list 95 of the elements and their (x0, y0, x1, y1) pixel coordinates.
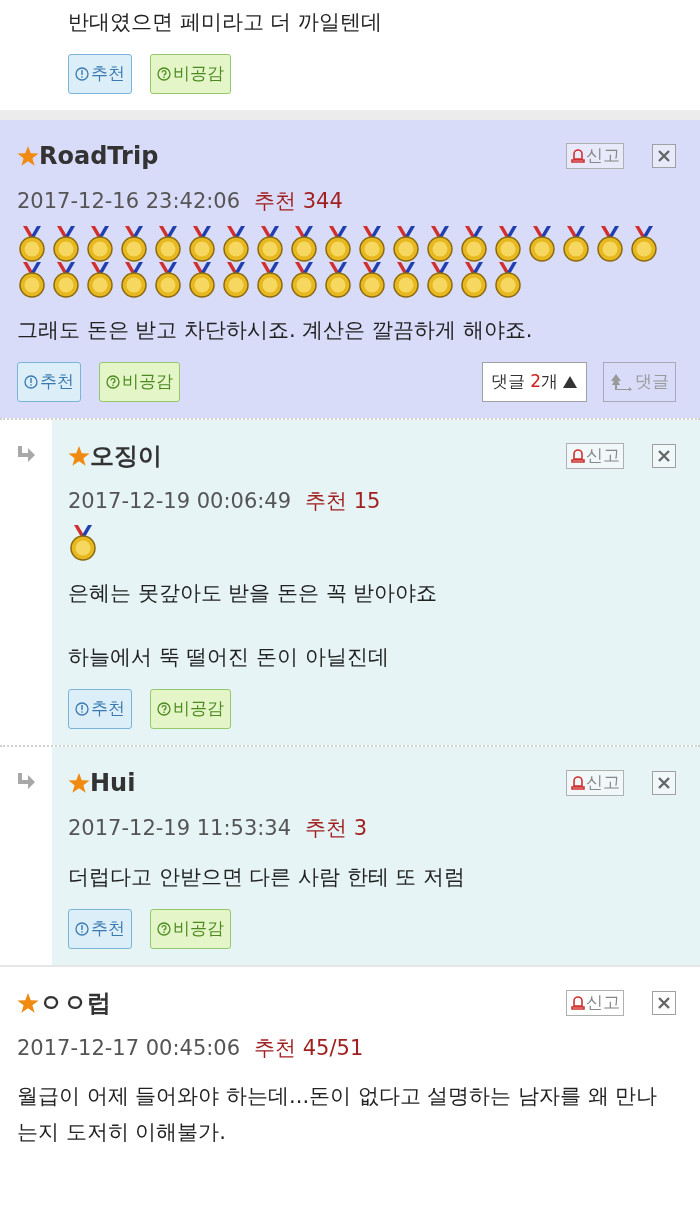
medal-icon (425, 225, 455, 262)
replies-toggle-button[interactable]: 댓글 2개 (481, 361, 587, 402)
medal-icon (493, 261, 523, 298)
recommend-button[interactable]: 추천 (68, 908, 132, 949)
star-icon (17, 991, 39, 1014)
recommend-button[interactable]: 추천 (68, 54, 132, 94)
medal-icon (595, 225, 625, 262)
comment-text: 그래도 돈은 받고 차단하시죠. 계산은 깔끔하게 해야죠. (17, 316, 534, 344)
exclamation-icon (75, 67, 89, 81)
close-button[interactable] (652, 144, 676, 168)
medal-icon (51, 225, 81, 262)
siren-icon (570, 448, 586, 463)
medal-icon (459, 225, 489, 262)
medal-icon (289, 261, 319, 298)
medal-icon (289, 225, 319, 262)
replies-toggle-label: 댓글 2개 (490, 369, 558, 393)
exclamation-icon (24, 374, 38, 389)
comment-date: 2017-12-17 00:45:06 (17, 1034, 241, 1062)
medal-icon (85, 261, 115, 298)
dislike-button[interactable]: 비공감 (150, 54, 231, 94)
medal-icon (221, 261, 251, 298)
recommend-count: 추천 3 (305, 815, 368, 842)
medal-icon (561, 225, 591, 262)
siren-icon (570, 995, 586, 1010)
star-icon (68, 772, 90, 794)
author-name[interactable]: 오징이 (90, 437, 162, 474)
medal-icon (17, 261, 47, 298)
recommend-button[interactable]: 추천 (17, 361, 81, 402)
reply-arrow-icon (16, 445, 36, 462)
author-name[interactable]: Hui (90, 765, 136, 801)
exclamation-icon (75, 921, 89, 936)
medal-icon (255, 261, 285, 298)
medal-icon (119, 261, 149, 298)
report-button[interactable]: 신고 (566, 442, 624, 469)
recommend-count: 추천 15 (305, 487, 381, 515)
dislike-button[interactable]: 비공감 (150, 908, 231, 949)
dislike-button[interactable]: 비공감 (150, 689, 231, 729)
comment-text: 더럽다고 안받으면 다른 사람 한테 또 저럼 (68, 863, 467, 891)
medal-icon (425, 261, 455, 298)
author-name[interactable]: ㅇㅇ럽 (39, 984, 111, 1021)
close-button[interactable] (652, 443, 676, 468)
medal-icon (357, 261, 387, 298)
close-icon (657, 776, 671, 790)
medal-icon (153, 225, 183, 262)
report-button[interactable]: 신고 (566, 770, 624, 796)
close-icon (657, 448, 671, 463)
medal-icon (187, 261, 217, 298)
star-icon (68, 444, 90, 467)
comment-text: 반대였으면 페미라고 더 까일텐데 (68, 9, 384, 36)
exclamation-icon (75, 702, 89, 716)
close-button[interactable] (652, 990, 676, 1015)
comment-text: 은혜는 못갚아도 받을 돈은 꼭 받아야죠 (68, 580, 439, 607)
medal-icon (85, 225, 115, 262)
comment-date: 2017-12-19 00:06:49 (68, 487, 292, 515)
author-name[interactable]: RoadTrip (39, 138, 159, 174)
recommend-count: 추천 344 (254, 188, 343, 215)
medal-icon (255, 225, 285, 262)
comment-date: 2017-12-16 23:42:06 (17, 188, 241, 215)
medal-icon (391, 261, 421, 298)
report-button[interactable]: 신고 (566, 143, 624, 169)
siren-icon (570, 149, 586, 163)
reply-arrow-icon (16, 773, 36, 789)
medal-icon (68, 525, 98, 561)
medal-icon (187, 225, 217, 262)
close-icon (657, 995, 671, 1010)
report-button[interactable]: 신고 (566, 989, 624, 1016)
medal-icon (323, 261, 353, 298)
recommend-count: 추천 45/51 (254, 1034, 364, 1062)
dislike-button[interactable]: 비공감 (99, 361, 180, 402)
reply-tree-icon (610, 372, 632, 391)
medal-icon (629, 225, 659, 262)
comment-text: 하늘에서 뚝 떨어진 돈이 아닐진데 (68, 644, 390, 671)
medal-icon (17, 225, 47, 262)
medal-icon (527, 225, 557, 262)
medal-icon (51, 261, 81, 298)
medal-icon (357, 225, 387, 262)
question-icon (157, 67, 171, 81)
question-icon (157, 702, 171, 716)
medal-icon (119, 225, 149, 262)
medal-icon (323, 225, 353, 262)
question-icon (106, 374, 120, 389)
close-button[interactable] (652, 771, 676, 795)
star-icon (17, 145, 39, 167)
question-icon (157, 921, 171, 936)
recommend-button[interactable]: 추천 (68, 689, 132, 729)
write-reply-button[interactable]: 댓글 (603, 361, 676, 402)
comment-text: 월급이 어제 들어와야 하는데...돈이 없다고 설명하는 남자를 왜 만나는지 도저히 이해불가. (17, 1083, 659, 1146)
medal-icon (493, 225, 523, 262)
comment-date: 2017-12-19 11:53:34 (68, 815, 292, 842)
close-icon (657, 149, 671, 163)
siren-icon (570, 776, 586, 790)
medal-icon (391, 225, 421, 262)
medal-icon (459, 261, 489, 298)
medal-icon (153, 261, 183, 298)
medal-icon (221, 225, 251, 262)
